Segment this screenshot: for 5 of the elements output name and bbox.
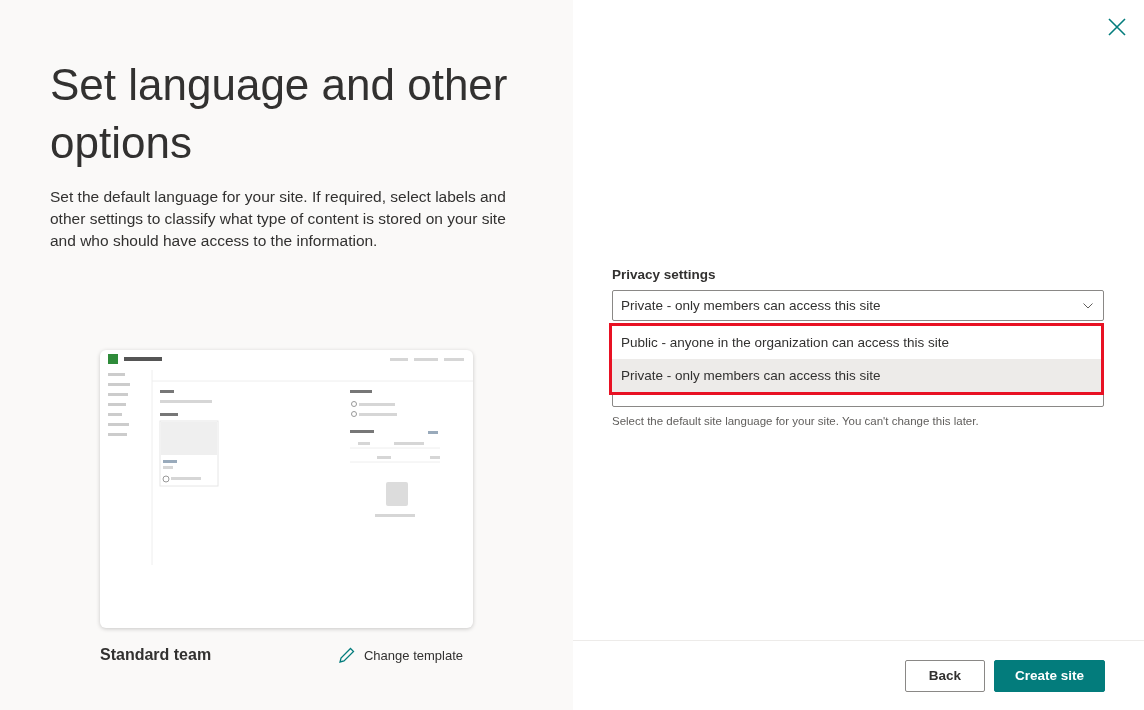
privacy-label: Privacy settings bbox=[612, 267, 717, 282]
language-help-text: Select the default site language for your site. You can't change this later. bbox=[612, 415, 980, 427]
page-title: Set language and other options bbox=[50, 59, 509, 169]
template-name: Standard team bbox=[100, 646, 212, 664]
description-text: Set the default language for your site. If required, select labels and other settings to classify what type of content is stored on your site and who should have access to the information. bbox=[50, 187, 507, 251]
